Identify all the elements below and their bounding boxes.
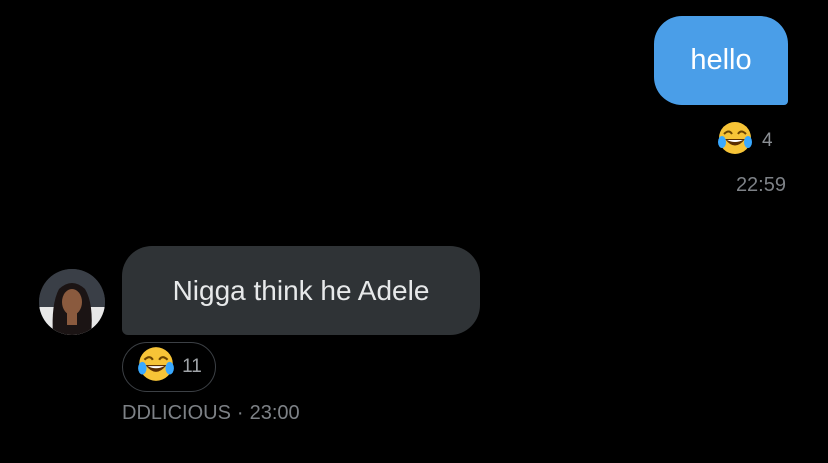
incoming-message-bubble[interactable]: Nigga think he Adele — [122, 246, 480, 335]
outgoing-message-time: 22:59 — [735, 174, 786, 196]
outgoing-message-bubble[interactable]: hello — [654, 16, 788, 105]
incoming-message-time: 23:00 — [249, 402, 300, 424]
sender-avatar[interactable] — [39, 269, 105, 335]
laughing-tears-emoji-icon — [136, 344, 176, 390]
outgoing-reaction-count: 4 — [762, 130, 773, 151]
time-separator: · — [236, 402, 244, 424]
incoming-message-reaction[interactable]: 11 — [122, 342, 216, 392]
outgoing-message-text: hello — [690, 44, 752, 76]
incoming-reaction-count: 11 — [182, 356, 202, 377]
incoming-message-text: Nigga think he Adele — [172, 274, 430, 306]
sender-name[interactable]: DDLICIOUS — [122, 402, 231, 425]
incoming-message-meta: DDLICIOUS · 23:00 — [122, 402, 300, 425]
laughing-tears-emoji-icon — [716, 119, 754, 163]
outgoing-message-reaction[interactable]: 4 — [716, 121, 773, 161]
